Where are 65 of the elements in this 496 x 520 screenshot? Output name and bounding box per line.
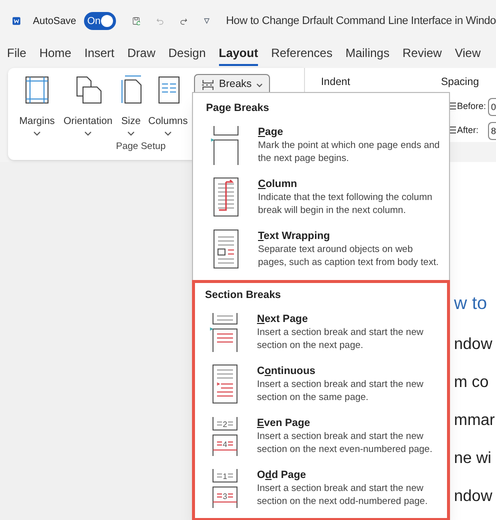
chevron-icon [164, 131, 172, 137]
item-description: Insert a section break and start the new section on the next even-numbered page. [257, 430, 434, 456]
spacing-icon [449, 126, 456, 136]
document-text: m co [454, 373, 490, 393]
menu-item[interactable]: Page Mark the point at which one page ends and the next page begins. [196, 120, 446, 173]
field-label: After: [457, 124, 480, 138]
page-break-icon [201, 79, 215, 91]
page-number-label: 4 [222, 440, 228, 448]
ribbon-tab[interactable]: File [7, 42, 26, 66]
ribbon-tab[interactable]: Home [39, 42, 72, 66]
group-label: Page Setup [116, 140, 166, 154]
spacing-field[interactable]: 8 [488, 122, 496, 140]
document-text: ndow [454, 335, 494, 355]
ribbon-tab[interactable]: Mailings [345, 42, 390, 66]
chevron-icon [127, 131, 135, 137]
item-description: Indicate that the text following the column break will begin in the next column. [258, 190, 434, 217]
ribbon-tab[interactable]: Draw [127, 42, 156, 66]
section-heading: Page Breaks [205, 101, 270, 116]
chevron-icon [256, 82, 263, 88]
item-description: Insert a section break and start the new section on the next page. [257, 326, 424, 352]
document-text: ndow [454, 487, 494, 507]
document-text: mmar [454, 411, 496, 431]
page-number-label: 1 [222, 472, 228, 480]
ribbon-tab[interactable]: View [454, 42, 481, 66]
menu-item[interactable]: 1 3 Odd Page Insert a section break and start the new section on the next odd-numbered page. [195, 464, 447, 516]
customize-toolbar-button[interactable]: ▿ [204, 12, 210, 30]
menu-item[interactable]: Text Wrapping Separate text around objects on web pages, such as caption text from body text. [196, 224, 446, 277]
menu-item[interactable]: Column Indicate that the text following the column break will begin in the next column. [196, 172, 446, 225]
ribbon-tab[interactable]: Review [402, 42, 442, 66]
ribbon-tab[interactable]: Insert [84, 42, 114, 66]
item-title: Column [258, 176, 298, 191]
document-title: How to Change Drfault Command Line Interface in Windo [226, 14, 496, 29]
item-description: Insert a section break and start the new section on the same page. [257, 378, 424, 404]
item-title: Continuous [257, 364, 316, 378]
item-title: Page [258, 124, 284, 139]
menu-item[interactable]: Continuous Insert a section break and start the new section on the same page. [195, 360, 447, 412]
item-title: Odd Page [257, 468, 308, 482]
item-description: Separate text around objects on web pages, such as caption text from body text. [258, 242, 440, 269]
ribbon-tab[interactable]: Design [168, 42, 206, 66]
spacing-icon [449, 102, 456, 112]
page-number-label: 3 [222, 492, 228, 500]
ribbon-size-button[interactable]: Size [118, 74, 144, 137]
spacing-label: Spacing [441, 75, 479, 90]
page-number-label: 2 [222, 420, 228, 428]
chevron-icon [33, 131, 41, 137]
autosave-toggle[interactable]: On [84, 12, 116, 30]
menu-item[interactable]: 2 4 Even Page Insert a section break and start the new section on the next even-numbered page. [195, 412, 447, 464]
item-description: Mark the point at which one page ends and the next page begins. [258, 138, 441, 165]
section-heading: Section Breaks [204, 288, 282, 303]
item-title: Even Page [257, 416, 312, 430]
ribbon-margins-button[interactable]: Margins [16, 74, 58, 137]
field-label: Before: [457, 100, 487, 114]
document-text: w to [454, 292, 488, 315]
autosave-label: AutoSave [32, 14, 76, 28]
document-text: ne wi [454, 449, 492, 469]
ribbon-orientation-button[interactable]: Orientation [61, 74, 115, 137]
chevron-icon [84, 131, 92, 137]
ribbon-columns-button[interactable]: Columns [147, 74, 189, 137]
ribbon-tab[interactable]: References [271, 42, 332, 66]
item-title: Text Wrapping [258, 228, 331, 243]
item-description: Insert a section break and start the new section on the next odd-numbered page. [257, 482, 429, 508]
menu-item[interactable]: Next Page Insert a section break and start the new section on the next page. [195, 308, 447, 360]
item-title: Next Page [257, 312, 309, 326]
spacing-field[interactable]: 0 [488, 98, 496, 116]
indent-label: Indent [321, 75, 350, 90]
